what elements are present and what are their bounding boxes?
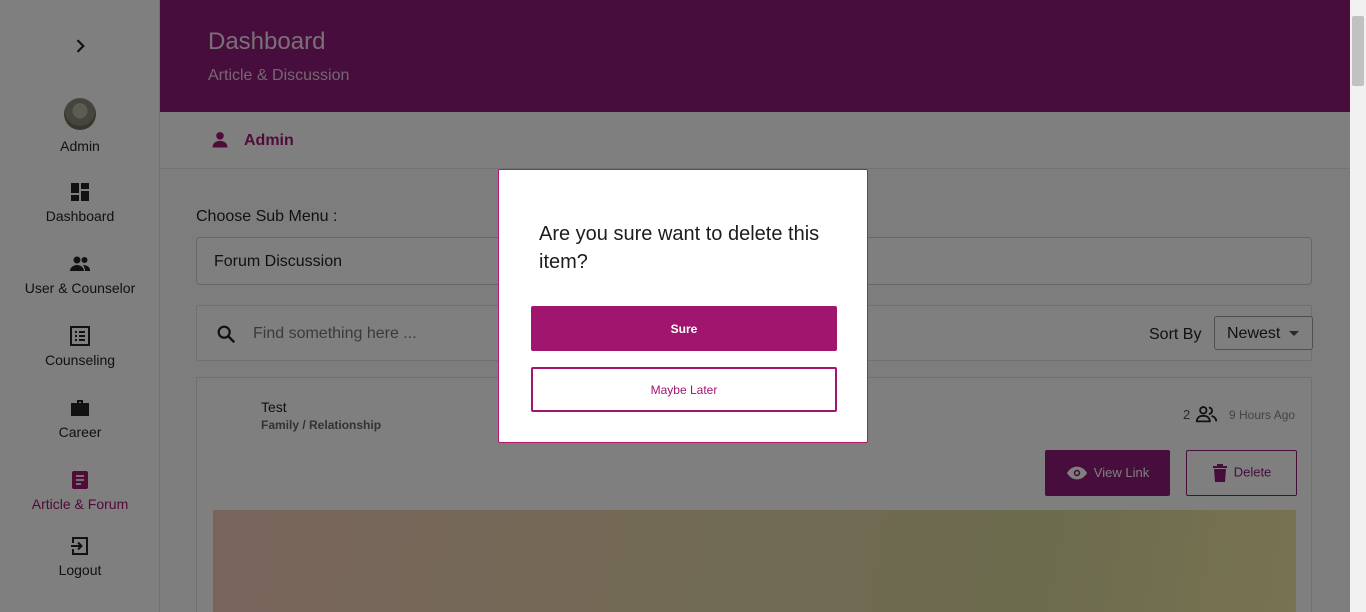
delete-confirm-dialog: Are you sure want to delete this item? S…: [498, 169, 868, 443]
scrollbar[interactable]: [1350, 0, 1366, 612]
maybe-later-button[interactable]: Maybe Later: [531, 367, 837, 412]
dialog-question: Are you sure want to delete this item?: [539, 223, 820, 273]
scrollbar-thumb[interactable]: [1352, 16, 1364, 86]
sure-button[interactable]: Sure: [531, 306, 837, 351]
